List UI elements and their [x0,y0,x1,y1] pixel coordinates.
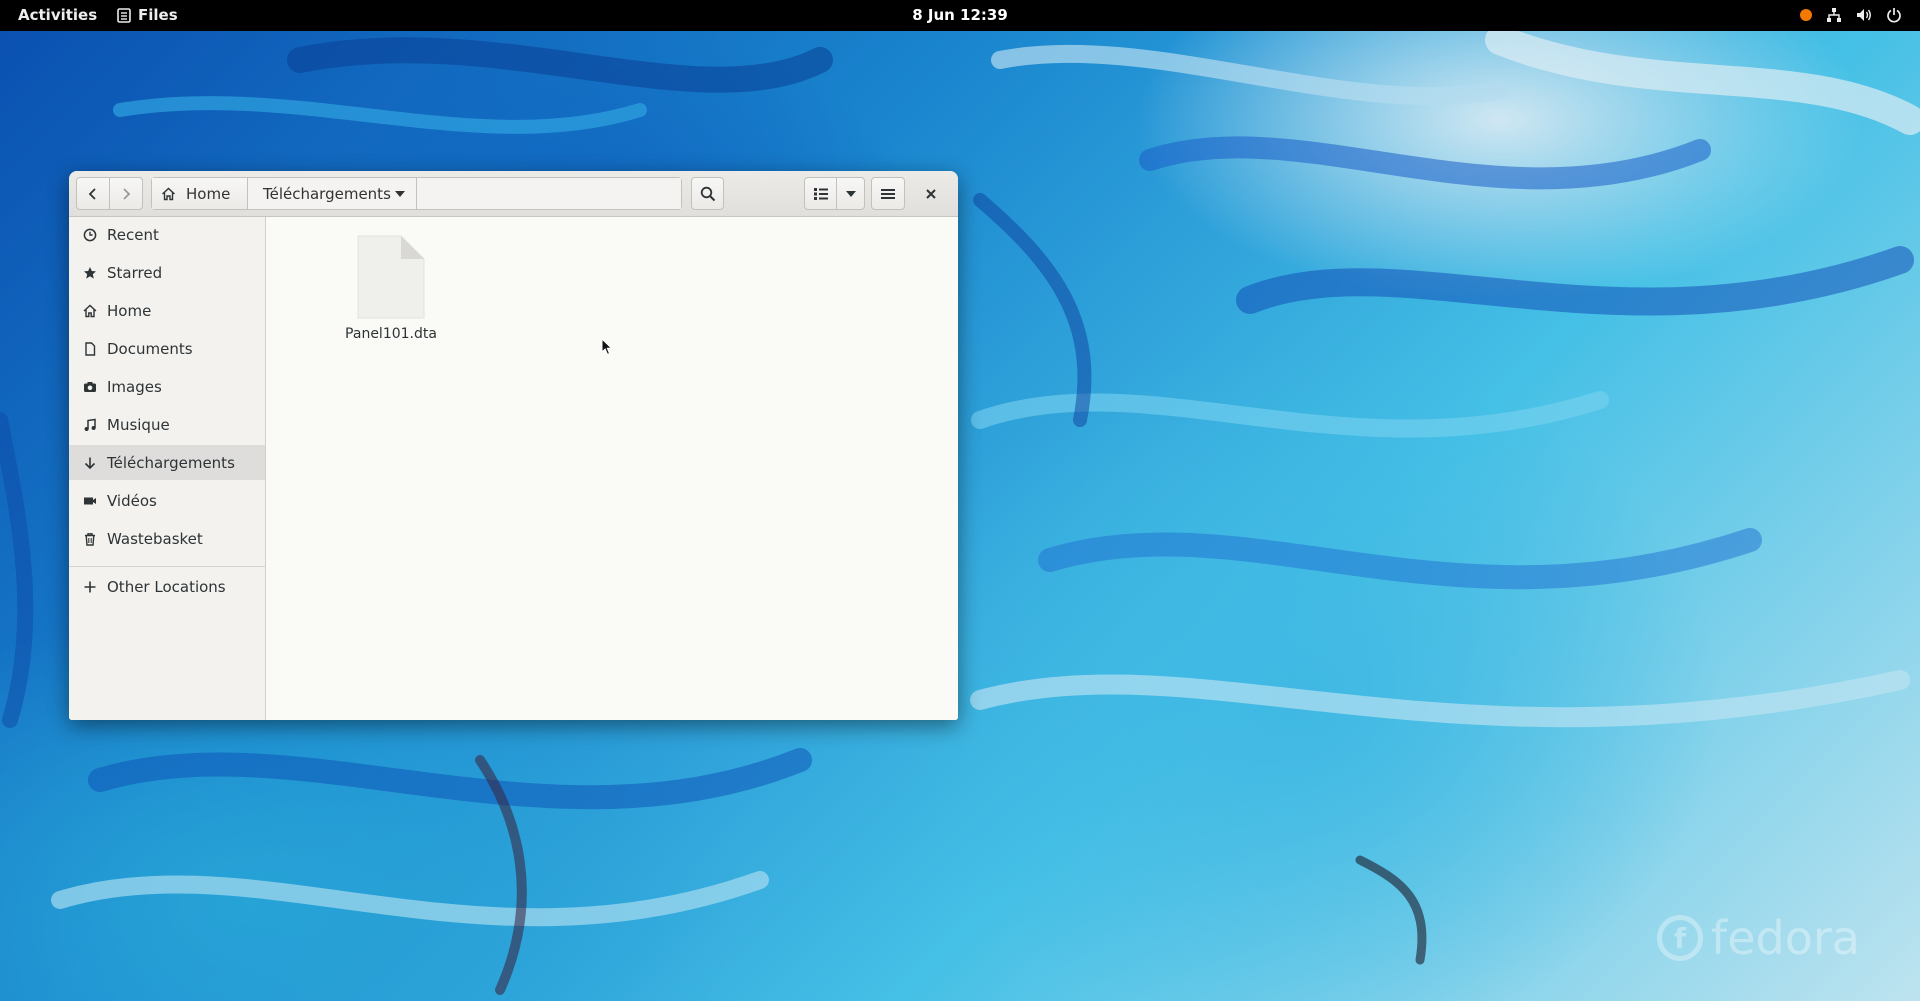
mouse-cursor-icon [601,338,613,356]
header-bar: Home Téléchargements [69,171,958,217]
system-tray[interactable] [1800,7,1902,23]
star-icon [84,266,96,279]
music-icon [84,418,96,431]
path-bar: Home Téléchargements [151,177,682,210]
sidebar-item-label: Recent [107,225,159,244]
volume-icon[interactable] [1856,7,1872,23]
main-menu-button[interactable] [871,177,905,210]
sidebar-item-label: Home [107,301,152,320]
breadcrumb-current[interactable]: Téléchargements [248,178,417,209]
sidebar-item-label: Musique [107,415,170,434]
chevron-right-icon [123,187,131,200]
file-item[interactable]: Panel101.dta [336,235,446,342]
sidebar-item-videos[interactable]: Vidéos [69,483,265,518]
power-icon[interactable] [1886,7,1902,23]
app-menu-label: Files [138,6,178,24]
search-icon [700,186,715,201]
close-window-button[interactable] [918,181,944,207]
hamburger-menu-icon [881,188,895,199]
fedora-watermark: f fedora [1657,911,1860,965]
file-name: Panel101.dta [345,326,437,342]
forward-button[interactable] [109,177,143,210]
sidebar-item-images[interactable]: Images [69,369,265,404]
chevron-left-icon [88,187,96,200]
sidebar: Recent Starred Home Documents Images Mus… [69,217,266,720]
sidebar-item-label: Documents [107,339,193,358]
trash-icon [85,532,95,546]
list-view-button[interactable] [804,177,837,210]
fedora-logo-icon: f [1657,915,1704,961]
sidebar-item-downloads[interactable]: Téléchargements [69,445,265,480]
app-menu-button[interactable]: Files [117,6,178,24]
camera-icon [84,381,96,392]
sidebar-item-label: Starred [107,263,163,282]
file-view[interactable]: Panel101.dta [266,217,958,720]
sidebar-item-documents[interactable]: Documents [69,331,265,366]
chevron-down-icon [845,190,856,197]
clock-icon [83,228,97,241]
home-icon [162,187,175,200]
generic-file-icon [357,235,425,319]
sidebar-item-starred[interactable]: Starred [69,255,265,290]
files-window: Home Téléchargements Recent Starred Home… [69,171,958,720]
sidebar-item-label: Images [107,377,162,396]
home-icon [83,304,97,317]
path-bar-empty-area [417,178,681,209]
sidebar-item-label: Other Locations [107,577,226,596]
sidebar-item-wastebasket[interactable]: Wastebasket [69,521,265,556]
sidebar-item-label: Vidéos [107,491,157,510]
close-icon [926,189,936,199]
back-button[interactable] [76,177,110,210]
sidebar-item-label: Téléchargements [107,453,235,472]
search-button[interactable] [691,177,724,210]
view-options-button[interactable] [836,177,865,210]
sidebar-item-music[interactable]: Musique [69,407,265,442]
list-view-icon [813,187,828,200]
document-icon [85,341,96,356]
sidebar-item-recent[interactable]: Recent [69,217,265,252]
clock-button[interactable]: 8 Jun 12:39 [912,6,1008,24]
top-bar: Activities Files 8 Jun 12:39 [0,0,1920,31]
breadcrumb-home[interactable]: Home [152,178,248,209]
files-app-icon [117,7,131,23]
video-icon [84,497,96,504]
dropdown-arrow-icon [395,190,405,197]
download-icon [84,457,96,469]
fedora-watermark-text: fedora [1711,911,1860,965]
breadcrumb-current-label: Téléchargements [263,184,391,203]
activities-button[interactable]: Activities [18,6,97,24]
breadcrumb-home-label: Home [186,184,231,203]
plus-icon [84,581,96,592]
sidebar-separator [69,566,265,567]
notification-dot-icon[interactable] [1800,9,1812,21]
sidebar-item-label: Wastebasket [107,529,203,548]
network-icon[interactable] [1826,7,1842,23]
sidebar-item-home[interactable]: Home [69,293,265,328]
sidebar-item-other-locations[interactable]: Other Locations [69,569,265,604]
